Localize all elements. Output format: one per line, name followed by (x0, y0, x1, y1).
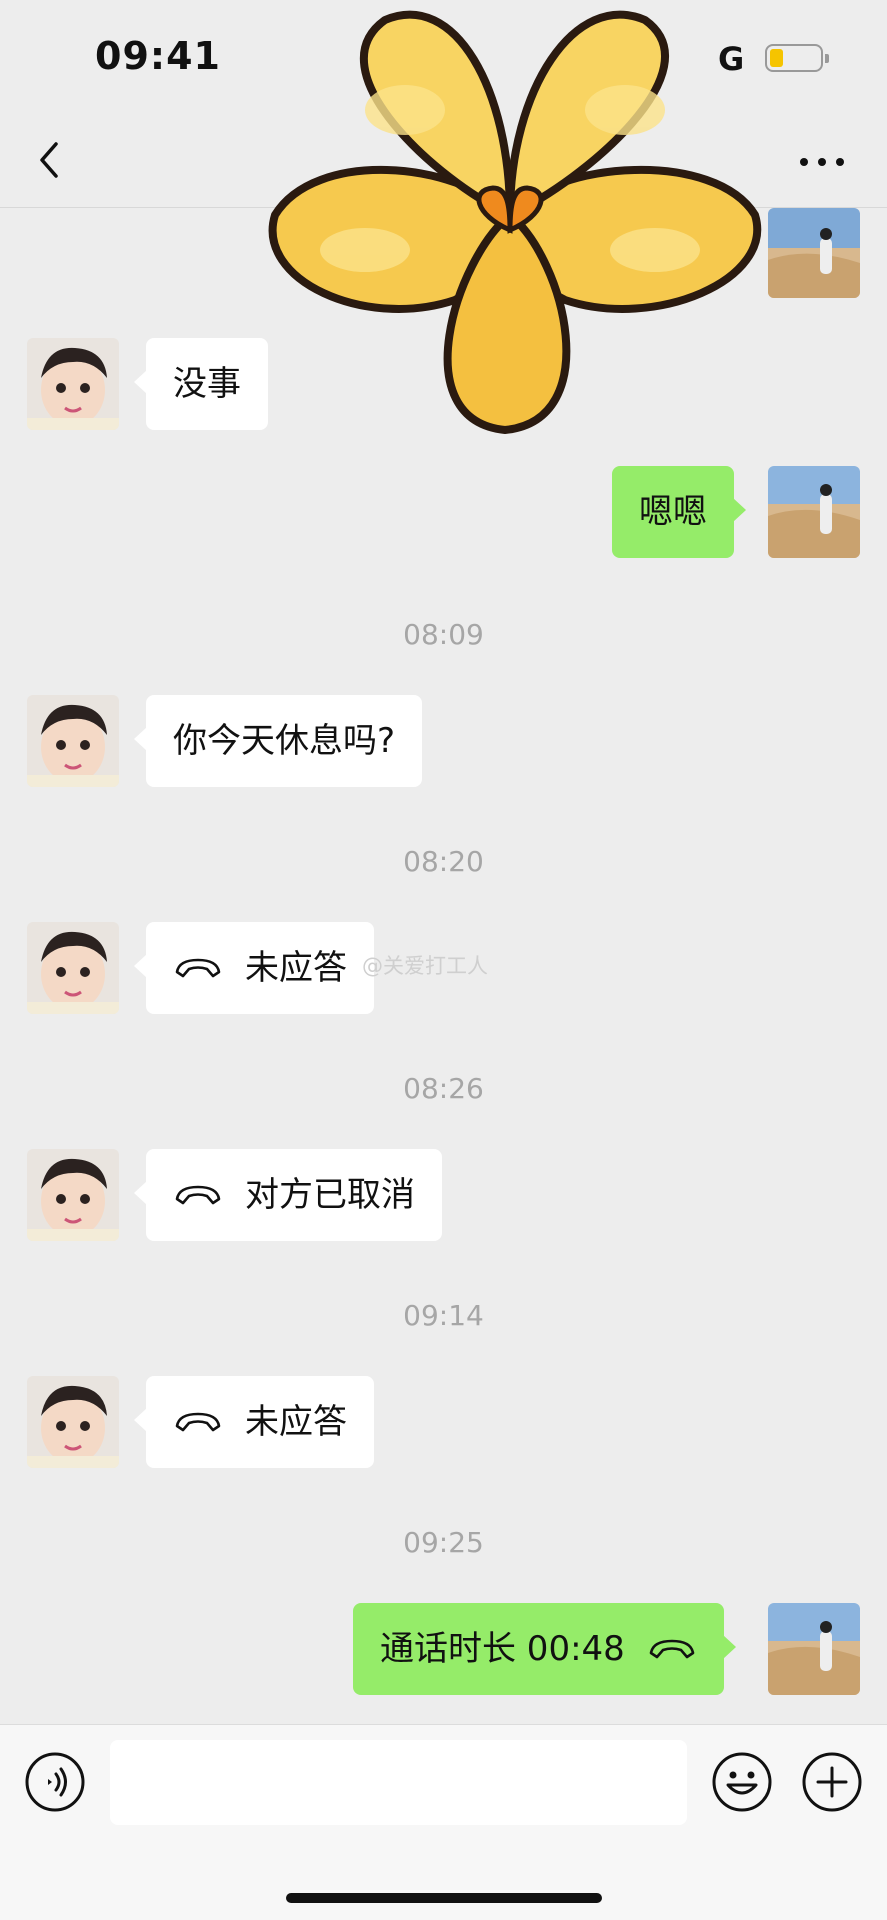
battery-tip (825, 54, 829, 63)
input-bar (0, 1724, 887, 1920)
call-status-text: 未应答 (245, 948, 347, 988)
desert-avatar-image (768, 1603, 860, 1695)
timestamp: 09:14 (403, 1299, 484, 1332)
message-bubble[interactable]: 嗯嗯 (612, 466, 746, 558)
more-dots-icon[interactable] (797, 154, 847, 170)
watermark: @关爱打工人 (362, 954, 488, 978)
call-bubble[interactable]: 通话时长 00:48 (353, 1603, 736, 1695)
timestamp: 09:25 (403, 1526, 484, 1559)
phone-hangup-icon (649, 1639, 695, 1658)
contact-avatar[interactable] (27, 1149, 119, 1241)
call-status-text: 对方已取消 (245, 1175, 415, 1215)
contact-avatar[interactable] (27, 1376, 119, 1468)
emoji-icon[interactable] (711, 1751, 773, 1813)
my-avatar[interactable] (768, 466, 860, 558)
timestamp: 08:26 (403, 1072, 484, 1105)
call-bubble[interactable]: 未应答 (134, 1376, 374, 1468)
desert-avatar-image (768, 466, 860, 558)
chevron-left-icon[interactable] (30, 136, 70, 184)
message-input[interactable] (110, 1740, 687, 1825)
contact-avatar[interactable] (27, 922, 119, 1014)
timestamp: 08:09 (403, 618, 484, 651)
message-bubble[interactable]: 没事 (134, 338, 268, 430)
call-duration-text: 通话时长 00:48 (380, 1629, 625, 1669)
message-text: 没事 (173, 364, 241, 404)
baby-avatar-image (27, 695, 119, 787)
phone-hangup-icon (175, 958, 221, 977)
baby-avatar-image (27, 1376, 119, 1468)
message-text: 你今天休息吗? (173, 721, 396, 761)
baby-avatar-image (27, 338, 119, 430)
phone-hangup-icon (175, 1185, 221, 1204)
message-text: 嗯嗯 (639, 492, 707, 532)
status-time: 09:41 (95, 34, 221, 78)
baby-avatar-image (27, 922, 119, 1014)
timestamp: 08:20 (403, 845, 484, 878)
baby-avatar-image (27, 1149, 119, 1241)
voice-icon[interactable] (24, 1751, 86, 1813)
home-indicator[interactable] (286, 1893, 602, 1903)
flower-sticker (268, 10, 762, 434)
desert-avatar-image (768, 208, 860, 298)
plus-icon[interactable] (801, 1751, 863, 1813)
contact-avatar[interactable] (27, 695, 119, 787)
my-avatar[interactable] (768, 208, 860, 298)
call-bubble[interactable]: 对方已取消 (134, 1149, 442, 1241)
call-bubble[interactable]: 未应答 (134, 922, 374, 1014)
phone-hangup-icon (175, 1412, 221, 1431)
my-avatar[interactable] (768, 1603, 860, 1695)
call-status-text: 未应答 (245, 1402, 347, 1442)
message-bubble[interactable]: 你今天休息吗? (133, 695, 423, 787)
contact-avatar[interactable] (27, 338, 119, 430)
